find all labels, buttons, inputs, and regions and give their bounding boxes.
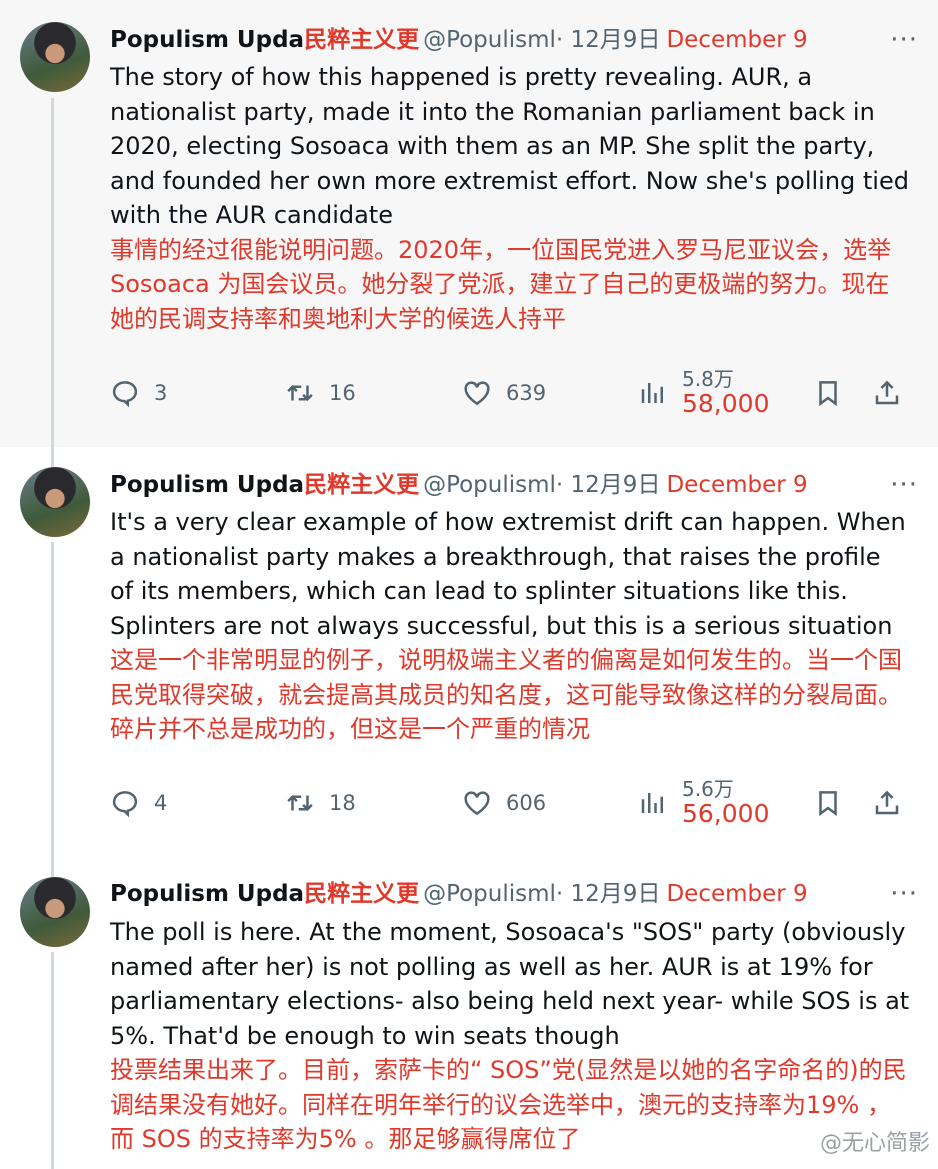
retweet-button[interactable]: 16	[285, 363, 356, 423]
author-name-cn: 民粹主义更	[304, 27, 420, 53]
tweet-text: It's a very clear example of how extremi…	[110, 505, 910, 747]
bookmark-button[interactable]	[813, 363, 857, 423]
retweet-count: 18	[329, 791, 356, 815]
share-button[interactable]	[872, 363, 916, 423]
analytics-icon	[641, 793, 663, 813]
more-options-icon[interactable]: ···	[884, 468, 918, 502]
views-stack: 5.6万 56,000	[682, 778, 769, 828]
heart-icon	[464, 381, 490, 406]
tweet-date[interactable]: · 12月9日	[556, 468, 661, 502]
avatar[interactable]	[20, 22, 90, 92]
views-count-en: 58,000	[682, 389, 770, 419]
like-button[interactable]: 639	[462, 363, 546, 423]
reply-button[interactable]: 3	[110, 363, 167, 423]
tweet-text-en: The story of how this happened is pretty…	[110, 63, 909, 229]
retweet-button[interactable]: 18	[285, 773, 356, 833]
reply-button[interactable]: 4	[110, 773, 167, 833]
views-count-cn: 5.6万	[682, 777, 734, 802]
tweet-text-cn: 事情的经过很能说明问题。2020年，一位国民党进入罗马尼亚议会，选举 Sosoa…	[110, 235, 892, 333]
author-name[interactable]: Populism Upda	[110, 23, 304, 57]
avatar[interactable]	[20, 877, 90, 947]
retweet-icon	[287, 384, 313, 402]
tweet-3[interactable]: Populism Upda 民粹主义更 @Populisml · 12月9日 Decem…	[0, 857, 938, 1169]
author-handle[interactable]: @Populisml	[423, 23, 556, 57]
tweet-1[interactable]: Populism Upda 民粹主义更 @Populisml · 12月9日 Decem…	[0, 0, 938, 447]
share-button[interactable]	[872, 773, 916, 833]
analytics-icon	[641, 383, 663, 403]
thread-line	[51, 447, 54, 467]
tweet-text: The poll is here. At the moment, Sosoaca…	[110, 915, 910, 1157]
tweet-header: Populism Upda 民粹主义更 @Populisml · 12月9日 Decem…	[110, 468, 918, 502]
avatar[interactable]	[20, 467, 90, 537]
views-button[interactable]: 5.6万 56,000	[638, 773, 769, 833]
tweet-actions: 3 16 639 5.8万 58,000	[110, 363, 910, 423]
views-count-cn: 5.8万	[682, 367, 734, 392]
like-count: 606	[506, 791, 547, 815]
bookmark-icon	[819, 791, 837, 817]
author-name[interactable]: Populism Upda	[110, 468, 304, 502]
views-stack: 5.8万 58,000	[682, 368, 769, 418]
bookmark-icon	[819, 381, 837, 407]
reply-count: 4	[154, 791, 168, 815]
more-options-icon[interactable]: ···	[884, 877, 918, 911]
bookmark-button[interactable]	[813, 773, 857, 833]
tweet-text-cn: 投票结果出来了。目前，索萨卡的“ SOS”党(显然是以她的名字命名的)的民调结果…	[110, 1056, 907, 1153]
tweet-date-en: December 9	[666, 27, 808, 53]
tweet-2[interactable]: Populism Upda 民粹主义更 @Populisml · 12月9日 Decem…	[0, 447, 938, 857]
like-count: 639	[506, 381, 547, 405]
tweet-date-en: December 9	[666, 472, 808, 498]
tweet-date-en: December 9	[666, 881, 808, 907]
tweet-text-cn: 这是一个非常明显的例子，说明极端主义者的偏离是如何发生的。当一个国民党取得突破，…	[110, 646, 902, 743]
retweet-icon	[287, 794, 313, 812]
author-name-cn: 民粹主义更	[304, 472, 420, 498]
tweet-header: Populism Upda 民粹主义更 @Populisml · 12月9日 Decem…	[110, 877, 918, 911]
heart-icon	[464, 791, 490, 816]
share-icon	[875, 790, 899, 815]
thread-line	[51, 857, 54, 877]
tweet-text: The story of how this happened is pretty…	[110, 60, 910, 336]
more-options-icon[interactable]: ···	[884, 23, 918, 57]
author-handle[interactable]: @Populisml	[423, 468, 556, 502]
author-name-cn: 民粹主义更	[304, 881, 420, 907]
thread-line	[51, 542, 54, 857]
author-name[interactable]: Populism Upda	[110, 877, 304, 911]
reply-count: 3	[154, 381, 168, 405]
thread-line	[51, 98, 54, 447]
thread-line	[51, 952, 54, 1169]
tweet-actions: 4 18 606 5.6万 56,000	[110, 773, 910, 833]
views-button[interactable]: 5.8万 58,000	[638, 363, 769, 423]
share-icon	[875, 380, 899, 405]
tweet-text-en: It's a very clear example of how extremi…	[110, 508, 906, 640]
tweet-date[interactable]: · 12月9日	[556, 877, 661, 911]
retweet-count: 16	[329, 381, 356, 405]
views-count-en: 56,000	[682, 799, 770, 829]
watermark: @无心简影	[819, 1125, 930, 1157]
tweet-text-en: The poll is here. At the moment, Sosoaca…	[110, 918, 910, 1050]
author-handle[interactable]: @Populisml	[423, 877, 556, 911]
tweet-header: Populism Upda 民粹主义更 @Populisml · 12月9日 Decem…	[110, 23, 918, 57]
tweet-date[interactable]: · 12月9日	[556, 23, 661, 57]
like-button[interactable]: 606	[462, 773, 546, 833]
reply-icon	[112, 381, 138, 408]
reply-icon	[112, 791, 138, 818]
